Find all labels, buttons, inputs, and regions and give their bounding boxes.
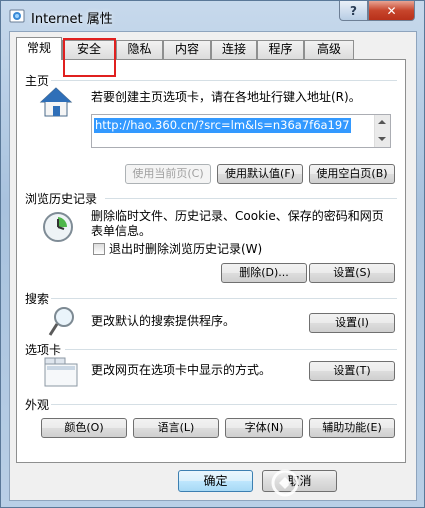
delete-history-button[interactable]: 删除(D)...: [221, 263, 307, 283]
history-description: 删除临时文件、历史记录、Cookie、保存的密码和网页表单信息。: [91, 209, 384, 238]
search-heading: 搜索: [25, 292, 50, 306]
fonts-button[interactable]: 字体(N): [225, 418, 303, 438]
dialog-window: Internet 属性 ? ✕ 常规 安全 隐私 内容 连接 程序 高级 主页 …: [0, 0, 425, 508]
search-settings-button[interactable]: 设置(I): [309, 313, 395, 333]
dialog-client: 常规 安全 隐私 内容 连接 程序 高级 主页 若要创建主页选项卡，请在各地址行…: [9, 31, 417, 501]
use-blank-button[interactable]: 使用空白页(B): [309, 164, 395, 184]
home-icon: [39, 87, 73, 117]
divider: [65, 349, 397, 350]
close-button[interactable]: ✕: [368, 1, 415, 21]
home-page-url: http://hao.360.cn/?src=lm&ls=n36a7f6a197: [94, 118, 351, 133]
tab-advanced[interactable]: 高级: [304, 40, 354, 59]
home-page-url-field[interactable]: http://hao.360.cn/?src=lm&ls=n36a7f6a197: [91, 114, 391, 148]
general-tab-panel: 主页 若要创建主页选项卡，请在各地址行键入地址(R)。 http://hao.3…: [16, 59, 406, 463]
url-scrollbar[interactable]: [374, 115, 390, 147]
divider: [105, 198, 397, 199]
tab-content[interactable]: 内容: [163, 40, 211, 59]
delete-on-exit-checkbox[interactable]: [93, 243, 105, 255]
languages-button[interactable]: 语言(L): [133, 418, 219, 438]
title-bar[interactable]: Internet 属性 ? ✕: [1, 1, 424, 31]
scroll-down-icon[interactable]: [378, 137, 386, 141]
tab-connections[interactable]: 连接: [211, 40, 257, 59]
watermark: [269, 459, 419, 503]
accessibility-button[interactable]: 辅助功能(E): [309, 418, 395, 438]
history-settings-button[interactable]: 设置(S): [309, 263, 395, 283]
colors-button[interactable]: 颜色(O): [41, 418, 127, 438]
ok-button[interactable]: 确定: [178, 470, 253, 492]
tab-privacy[interactable]: 隐私: [116, 40, 163, 59]
scroll-up-icon[interactable]: [378, 120, 386, 124]
tabs-icon: [44, 357, 78, 387]
tabs-settings-button[interactable]: 设置(T): [309, 361, 395, 381]
home-description: 若要创建主页选项卡，请在各地址行键入地址(R)。: [91, 90, 361, 104]
help-button[interactable]: ?: [339, 1, 368, 21]
use-current-page-button[interactable]: 使用当前页(C): [125, 164, 211, 184]
security-tab-highlight: [63, 38, 116, 77]
history-heading: 浏览历史记录: [25, 192, 98, 206]
use-default-button[interactable]: 使用默认值(F): [217, 164, 303, 184]
divider: [51, 298, 397, 299]
divider: [51, 404, 397, 405]
tab-general[interactable]: 常规: [16, 37, 62, 60]
window-title: Internet 属性: [31, 12, 113, 27]
delete-on-exit-label: 退出时删除浏览历史记录(W): [109, 242, 263, 256]
appearance-heading: 外观: [25, 398, 50, 412]
history-clock-icon: [43, 212, 73, 242]
search-description: 更改默认的搜索提供程序。: [91, 314, 236, 328]
internet-options-icon: [9, 9, 25, 23]
tabs-description: 更改网页在选项卡中显示的方式。: [91, 363, 272, 377]
divider: [51, 80, 397, 81]
tab-programs[interactable]: 程序: [257, 40, 304, 59]
watermark-logo: [271, 469, 299, 497]
magnifier-icon: [48, 307, 74, 336]
